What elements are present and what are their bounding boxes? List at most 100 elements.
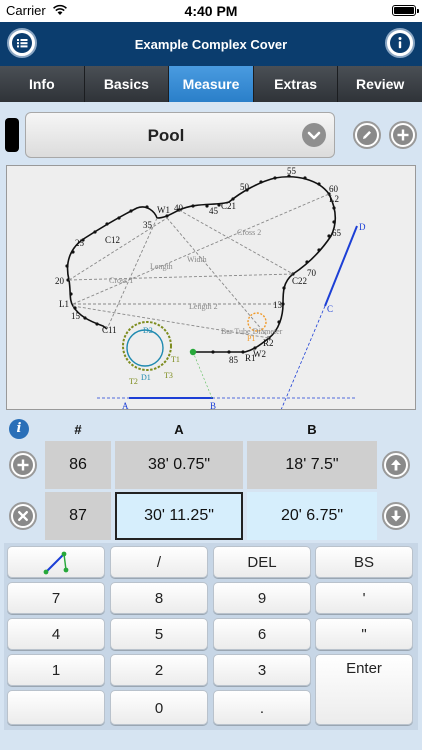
info-button[interactable] — [385, 28, 415, 58]
page-title: Example Complex Cover — [134, 37, 288, 52]
label-c: C — [327, 304, 333, 314]
plus-icon — [393, 125, 413, 145]
label-60: 60 — [329, 184, 339, 194]
inches-key[interactable]: " — [315, 618, 413, 650]
label-45: 45 — [209, 206, 219, 216]
label-85: 85 — [229, 355, 239, 365]
close-icon — [13, 506, 33, 526]
column-header-a: A — [174, 422, 184, 437]
delete-key[interactable]: DEL — [213, 546, 311, 578]
tab-info[interactable]: Info — [0, 66, 85, 102]
key-8[interactable]: 8 — [110, 582, 208, 614]
label-65: 65 — [332, 228, 342, 238]
label-20: 20 — [55, 276, 65, 286]
label-70: 70 — [307, 268, 317, 278]
label-c21: C21 — [221, 201, 236, 211]
table-info-icon[interactable]: i — [9, 419, 29, 439]
label-cross1: Cross 1 — [109, 276, 133, 285]
label-35: 35 — [143, 220, 153, 230]
pencil-icon — [357, 125, 377, 145]
key-6[interactable]: 6 — [213, 618, 311, 650]
label-length2: Length 2 — [189, 302, 218, 311]
tab-basics[interactable]: Basics — [84, 66, 170, 102]
key-2[interactable]: 2 — [110, 654, 208, 686]
line-cd-extension — [280, 305, 326, 409]
label-d: D — [359, 222, 366, 232]
tab-review[interactable]: Review — [338, 66, 422, 102]
backspace-key[interactable]: BS — [315, 546, 413, 578]
label-l1: L1 — [59, 299, 69, 309]
label-50: 50 — [240, 182, 250, 192]
measurement-lines — [68, 193, 330, 339]
key-9[interactable]: 9 — [213, 582, 311, 614]
blank-key[interactable] — [7, 690, 105, 725]
label-c11: C11 — [102, 325, 117, 335]
row-87-number[interactable]: 87 — [45, 492, 111, 540]
label-d1: D1 — [141, 373, 151, 382]
label-25: 25 — [75, 238, 85, 248]
feet-key[interactable]: ' — [315, 582, 413, 614]
column-header-number: # — [74, 422, 82, 437]
label-55: 55 — [287, 166, 297, 176]
slash-key[interactable]: / — [110, 546, 208, 578]
move-down-button[interactable] — [382, 502, 410, 530]
label-r1: R1 — [245, 353, 256, 363]
status-bar: Carrier 4:40 PM — [0, 0, 422, 22]
key-3[interactable]: 3 — [213, 654, 311, 686]
label-c22: C22 — [292, 276, 307, 286]
plus-icon — [13, 455, 33, 475]
label-15: 15 — [71, 311, 81, 321]
tab-extras[interactable]: Extras — [253, 66, 339, 102]
arrow-down-icon — [386, 506, 406, 526]
edit-button[interactable] — [353, 121, 381, 149]
move-up-button[interactable] — [382, 451, 410, 479]
app-screen: Carrier 4:40 PM Example Complex Cover In… — [0, 0, 422, 750]
add-cover-button[interactable] — [389, 121, 417, 149]
label-width: Width — [187, 255, 207, 264]
label-t2: T2 — [129, 377, 138, 386]
label-cross2: Cross 2 — [237, 228, 261, 237]
battery-icon — [392, 5, 419, 16]
color-swatch[interactable] — [5, 118, 19, 152]
label-40: 40 — [174, 203, 184, 213]
key-7[interactable]: 7 — [7, 582, 105, 614]
inner-ring — [126, 329, 164, 367]
chevron-down-icon — [302, 123, 326, 147]
label-b: B — [210, 401, 216, 409]
selected-point[interactable] — [189, 348, 197, 356]
add-row-button[interactable] — [9, 451, 37, 479]
info-icon — [390, 33, 410, 53]
tab-bar: Info Basics Measure Extras Review — [0, 66, 422, 102]
key-5[interactable]: 5 — [110, 618, 208, 650]
row-87-a[interactable]: 30' 11.25" — [115, 492, 243, 540]
label-13: 13 — [273, 300, 283, 310]
label-c12: C12 — [105, 235, 120, 245]
cover-drawing[interactable]: 55 60 50 L2 45 C21 W1 40 35 C12 25 20 L1… — [6, 165, 416, 410]
label-a: A — [122, 401, 129, 409]
label-length: Length — [150, 262, 173, 271]
label-t1: T1 — [171, 355, 180, 364]
label-t3: T3 — [164, 371, 173, 380]
row-86-a[interactable]: 38' 0.75" — [115, 441, 243, 489]
numeric-keypad: / DEL BS 7 8 9 ' 4 5 6 " 1 2 3 Enter 0 . — [4, 543, 418, 730]
draw-line-icon — [43, 551, 69, 575]
row-86-number[interactable]: 86 — [45, 441, 111, 489]
key-4[interactable]: 4 — [7, 618, 105, 650]
key-1[interactable]: 1 — [7, 654, 105, 686]
decimal-key[interactable]: . — [213, 690, 311, 725]
label-d2: D2 — [143, 326, 153, 335]
navigation-bar: Example Complex Cover — [0, 22, 422, 66]
label-w1: W1 — [157, 205, 170, 215]
label-p1: P1 — [247, 334, 255, 343]
label-l2: L2 — [329, 194, 339, 204]
row-87-b[interactable]: 20' 6.75" — [247, 492, 377, 540]
tab-measure[interactable]: Measure — [169, 66, 254, 102]
cover-selector[interactable]: Pool — [25, 112, 335, 158]
draw-line-key[interactable] — [7, 546, 105, 578]
key-0[interactable]: 0 — [110, 690, 208, 725]
enter-key[interactable]: Enter — [315, 654, 413, 725]
row-86-b[interactable]: 18' 7.5" — [247, 441, 377, 489]
guide-line — [192, 351, 213, 399]
delete-row-button[interactable] — [9, 502, 37, 530]
clock: 4:40 PM — [184, 3, 238, 19]
